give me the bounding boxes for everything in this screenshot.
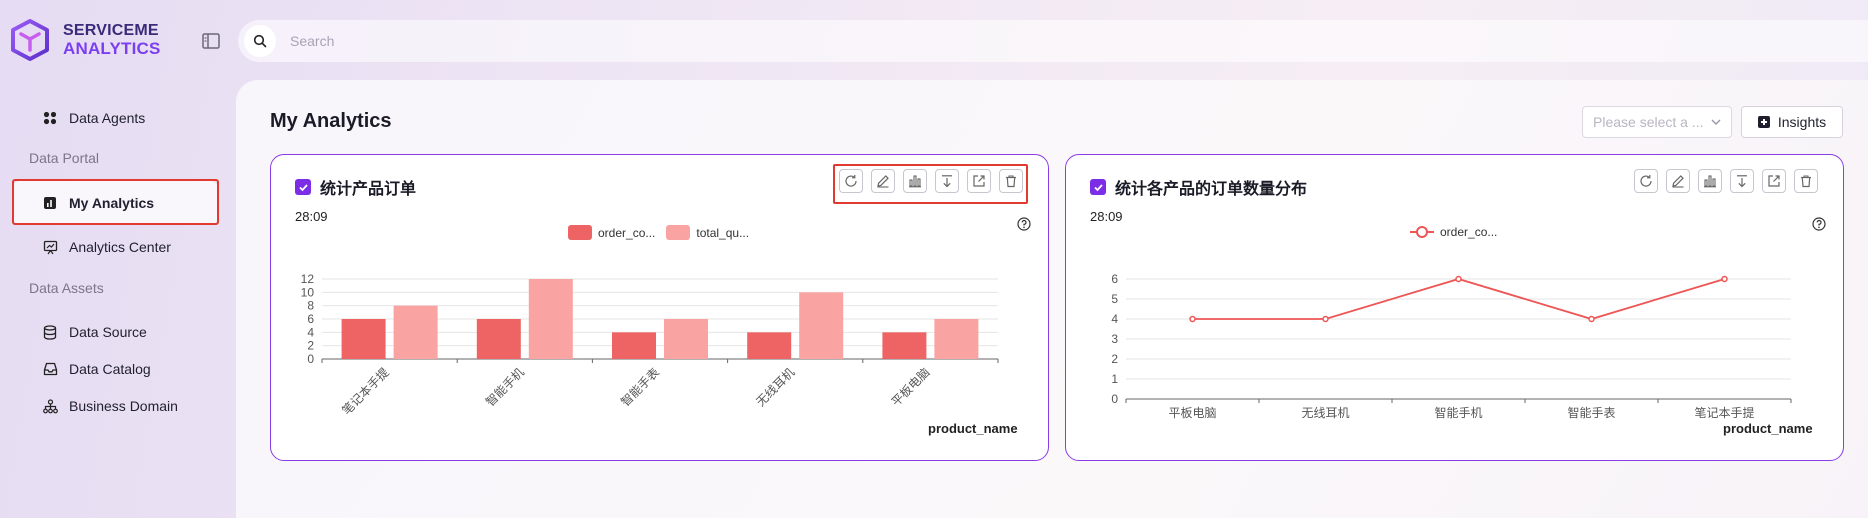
y-tick-label: 1 xyxy=(1111,372,1118,386)
data-point xyxy=(1455,275,1462,283)
insights-button[interactable]: Insights xyxy=(1741,106,1843,138)
x-tick-label: 笔记本手提 xyxy=(1694,405,1754,420)
insights-label: Insights xyxy=(1777,114,1827,130)
sidebar-item-data-agents[interactable]: Data Agents xyxy=(12,96,218,140)
grid-dots-icon xyxy=(42,110,58,126)
search-bar[interactable] xyxy=(238,20,1868,62)
inbox-icon xyxy=(42,361,58,377)
data-point xyxy=(1322,315,1329,323)
y-tick-label: 6 xyxy=(307,312,314,326)
x-axis-name: product_name xyxy=(928,421,1018,436)
sidebar-toggle-icon[interactable] xyxy=(200,30,222,52)
chart-square-icon xyxy=(42,195,58,211)
line-chart: 0 1 2 3 4 5 6 平板电脑 无线耳机 智能手机 智能手表 笔记本手提 xyxy=(1111,272,1792,420)
y-tick-label: 8 xyxy=(307,299,314,313)
bar-chart: 024681012 笔记本手提 智能手机 智能手表 无线耳机 平板电脑 xyxy=(301,272,999,418)
y-tick-label: 0 xyxy=(1111,392,1118,406)
sidebar-item-label: Data Catalog xyxy=(69,361,151,377)
y-tick-label: 5 xyxy=(1111,292,1118,306)
analytics-select[interactable]: Please select a ... xyxy=(1582,106,1732,138)
x-tick-label: 智能手表 xyxy=(1567,405,1615,420)
x-tick-label: 智能手表 xyxy=(618,365,663,410)
y-tick-label: 2 xyxy=(307,339,314,353)
sidebar-item-analytics-center[interactable]: Analytics Center xyxy=(12,225,218,269)
y-tick-label: 12 xyxy=(301,272,315,286)
sidebar-item-business-domain[interactable]: Business Domain xyxy=(12,384,218,428)
search-icon[interactable] xyxy=(244,25,276,57)
bar xyxy=(882,332,927,359)
bar xyxy=(747,332,792,359)
data-point xyxy=(1721,275,1728,283)
search-input[interactable] xyxy=(290,33,890,49)
y-tick-label: 0 xyxy=(307,352,314,366)
sidebar-item-label: My Analytics xyxy=(69,195,155,211)
analytics-card-2: 统计各产品的订单数量分布 28:09 order_co... 0 1 2 3 4 5 6 平板… xyxy=(1065,154,1844,461)
x-tick-label: 无线耳机 xyxy=(753,365,797,409)
cube-logo-icon xyxy=(11,19,49,61)
plus-square-icon xyxy=(1757,116,1770,128)
sidebar-item-label: Business Domain xyxy=(69,398,178,414)
x-tick-label: 笔记本手提 xyxy=(339,365,392,418)
bar xyxy=(393,305,438,359)
bar xyxy=(799,292,844,359)
bar xyxy=(476,319,521,359)
brand-line1: SERVICEME xyxy=(63,22,159,39)
y-tick-label: 10 xyxy=(301,285,315,299)
sidebar-item-label: Analytics Center xyxy=(69,239,171,255)
bar xyxy=(341,319,386,359)
bar xyxy=(664,319,708,359)
y-tick-label: 3 xyxy=(1111,332,1118,346)
y-tick-label: 4 xyxy=(1111,312,1118,326)
bar xyxy=(528,279,573,359)
select-placeholder: Please select a ... xyxy=(1593,114,1704,130)
x-tick-label: 无线耳机 xyxy=(1301,406,1349,420)
chevron-down-icon xyxy=(1711,119,1721,125)
analytics-card-1: 统计产品订单 28:09 order_co... total_qu... 024… xyxy=(270,154,1049,461)
brand-line2: ANALYTICS xyxy=(63,39,161,58)
sidebar-item-label: Data Agents xyxy=(69,110,146,126)
brand-logo[interactable]: SERVICEME ANALYTICS xyxy=(10,18,161,62)
y-tick-label: 4 xyxy=(307,325,314,339)
data-point xyxy=(1588,315,1595,323)
bar xyxy=(934,319,979,359)
presentation-chart-icon xyxy=(42,239,58,255)
hierarchy-icon xyxy=(42,398,58,414)
bar xyxy=(612,332,656,359)
page-title: My Analytics xyxy=(270,110,392,132)
x-tick-label: 平板电脑 xyxy=(889,365,933,409)
sidebar-item-label: Data Source xyxy=(69,324,147,340)
x-tick-label: 智能手机 xyxy=(1434,405,1482,420)
y-tick-label: 2 xyxy=(1111,352,1118,366)
x-tick-label: 平板电脑 xyxy=(1168,406,1216,420)
database-icon xyxy=(42,324,58,340)
sidebar-item-my-analytics[interactable]: My Analytics xyxy=(12,181,218,225)
data-point xyxy=(1189,315,1196,323)
section-data-portal: Data Portal xyxy=(29,150,100,166)
y-tick-label: 6 xyxy=(1111,272,1118,286)
x-axis-name: product_name xyxy=(1723,421,1813,436)
x-tick-label: 智能手机 xyxy=(482,365,527,410)
section-data-assets: Data Assets xyxy=(29,280,104,296)
